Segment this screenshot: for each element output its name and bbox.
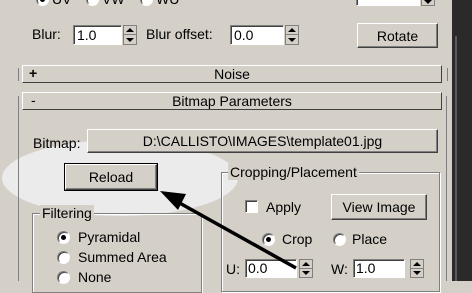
arrow-shaft bbox=[175, 199, 297, 270]
arrow-head bbox=[160, 191, 186, 210]
annotation-arrow bbox=[160, 191, 297, 270]
